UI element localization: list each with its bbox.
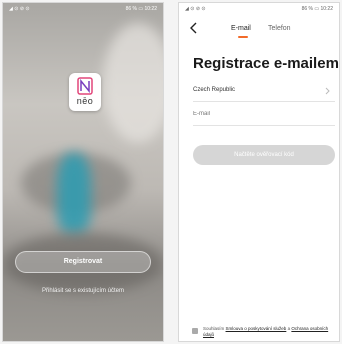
background-blur [57, 153, 91, 233]
divider [193, 101, 335, 102]
status-right: 86 % ▭ 10:22 [301, 6, 333, 12]
email-field[interactable] [193, 111, 333, 117]
tab-email[interactable]: E-mail [231, 25, 251, 32]
back-arrow-icon[interactable] [189, 21, 199, 35]
consent-text: Souhlasím Smlouva o poskytování služeb a… [203, 326, 333, 338]
status-bar: ◢ ⊙ ⊘ ⊙ 86 % ▭ 10:22 [3, 3, 163, 15]
consent-checkbox[interactable] [192, 328, 198, 334]
tab-phone[interactable]: Telefon [268, 25, 291, 32]
app-logo: nēo [69, 73, 101, 111]
country-selector[interactable]: Czech Republic [193, 87, 235, 93]
get-verification-code-button[interactable]: Načtěte ověřovací kód [193, 145, 335, 165]
status-right: 86 % ▭ 10:22 [125, 6, 157, 12]
status-icons: ◢ ⊙ ⊘ ⊙ [185, 6, 206, 12]
divider [193, 125, 335, 126]
email-registration-screen: ◢ ⊙ ⊘ ⊙ 86 % ▭ 10:22 E-mail Telefon Regi… [178, 2, 340, 342]
terms-link[interactable]: Smlouva o poskytování služeb [226, 326, 287, 331]
logo-brand: nēo [76, 96, 94, 106]
page-title: Registrace e-mailem [193, 55, 339, 72]
logo-n-icon [77, 77, 93, 95]
consent-conjunction: a [287, 326, 291, 331]
status-bar: ◢ ⊙ ⊘ ⊙ 86 % ▭ 10:22 [179, 3, 339, 15]
status-icons: ◢ ⊙ ⊘ ⊙ [9, 6, 30, 12]
chevron-right-icon [325, 87, 330, 95]
register-button[interactable]: Registrovat [15, 251, 151, 273]
login-existing-link[interactable]: Přihlásit se s existujícím účtem [3, 288, 163, 294]
welcome-screen: ◢ ⊙ ⊘ ⊙ 86 % ▭ 10:22 nēo Registrovat Při… [2, 2, 164, 342]
background-blur [103, 23, 163, 143]
active-tab-indicator [238, 36, 248, 38]
consent-prefix: Souhlasím [203, 326, 225, 331]
